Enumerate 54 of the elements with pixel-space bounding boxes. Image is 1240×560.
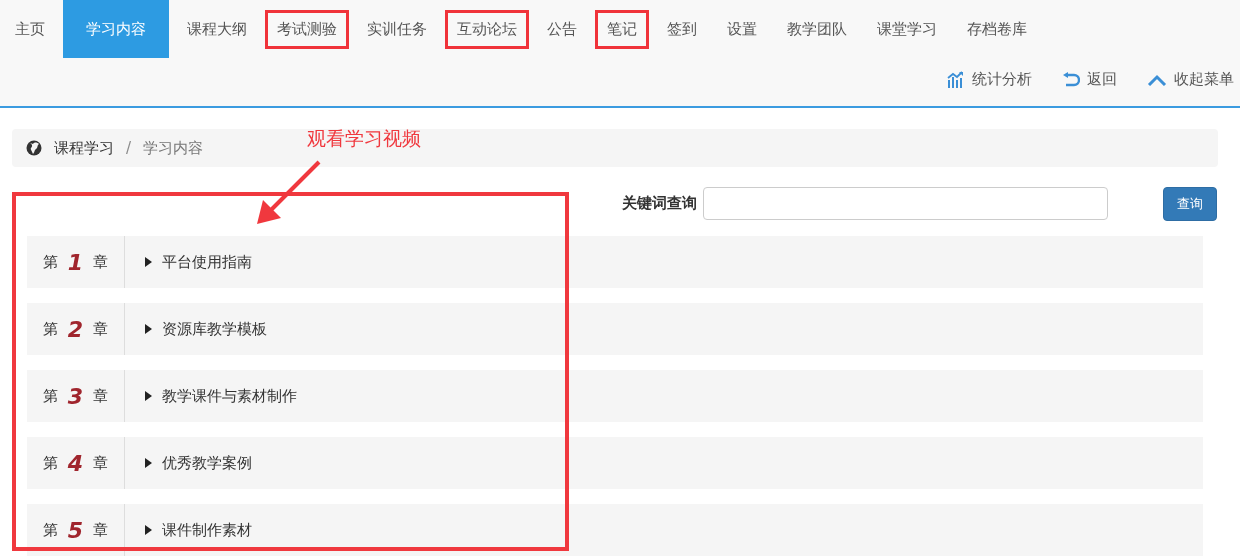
chapter-number: 4 — [67, 450, 84, 476]
breadcrumb-separator: / — [126, 139, 132, 157]
chapter-row[interactable]: 第 2 章 资源库教学模板 — [27, 303, 1203, 355]
chapter-suffix: 章 — [93, 453, 109, 473]
annotation-text: 观看学习视频 — [307, 126, 421, 151]
search-label: 关键词查询 — [622, 194, 697, 213]
expand-triangle-icon — [145, 458, 152, 468]
nav-action-link[interactable]: 统计分析 — [972, 70, 1032, 89]
chapter-suffix: 章 — [93, 386, 109, 406]
chapter-title[interactable]: 优秀教学案例 — [162, 453, 252, 473]
chapter-number: 1 — [67, 249, 84, 275]
nav-action-link[interactable]: 收起菜单 — [1174, 70, 1234, 89]
chapter-prefix: 第 — [42, 453, 58, 473]
chapter-title[interactable]: 教学课件与素材制作 — [162, 386, 297, 406]
nav-tab[interactable]: 课堂学习 — [862, 0, 952, 58]
breadcrumb-item[interactable]: 课程学习 — [54, 138, 114, 158]
nav-tab[interactable]: 主页 — [0, 0, 60, 58]
chapter-number: 2 — [67, 316, 84, 342]
nav-tab[interactable]: 课程大纲 — [172, 0, 262, 58]
chapter-prefix: 第 — [42, 386, 58, 406]
chapter-title[interactable]: 资源库教学模板 — [162, 319, 267, 339]
chevron-up-icon — [1147, 73, 1167, 86]
chapter-title[interactable]: 课件制作素材 — [162, 520, 252, 540]
nav-tab[interactable]: 签到 — [652, 0, 712, 58]
expand-triangle-icon — [145, 525, 152, 535]
chapter-title[interactable]: 平台使用指南 — [162, 252, 252, 272]
expand-triangle-icon — [145, 391, 152, 401]
expand-triangle-icon — [145, 257, 152, 267]
nav-tab[interactable]: 公告 — [532, 0, 592, 58]
nav-tab[interactable]: 实训任务 — [352, 0, 442, 58]
nav-tab[interactable]: 教学团队 — [772, 0, 862, 58]
chapter-prefix: 第 — [42, 252, 58, 272]
search-button[interactable]: 查询 — [1163, 186, 1217, 221]
keyword-field[interactable] — [703, 187, 1108, 220]
nav-action-link[interactable]: 返回 — [1087, 70, 1117, 89]
chapter-suffix: 章 — [93, 520, 109, 540]
annotation-arrow — [255, 160, 321, 226]
chapter-row[interactable]: 第 5 章 课件制作素材 — [27, 504, 1203, 556]
chapter-number: 3 — [67, 383, 84, 409]
chapter-suffix: 章 — [93, 319, 109, 339]
undo-icon — [1062, 71, 1080, 88]
breadcrumb-item: 学习内容 — [143, 138, 204, 158]
chapter-prefix: 第 — [42, 520, 58, 540]
nav-tab[interactable]: 存档卷库 — [952, 0, 1042, 58]
nav-tab[interactable]: 设置 — [712, 0, 772, 58]
globe-icon — [26, 140, 42, 156]
chapter-row[interactable]: 第 3 章 教学课件与素材制作 — [27, 370, 1203, 422]
chapter-prefix: 第 — [42, 319, 58, 339]
expand-triangle-icon — [145, 324, 152, 334]
chapter-row[interactable]: 第 4 章 优秀教学案例 — [27, 437, 1203, 489]
chapter-row[interactable]: 第 1 章 平台使用指南 — [27, 236, 1203, 288]
chapter-number: 5 — [67, 517, 84, 543]
chart-icon — [947, 70, 965, 89]
chapter-suffix: 章 — [93, 252, 109, 272]
